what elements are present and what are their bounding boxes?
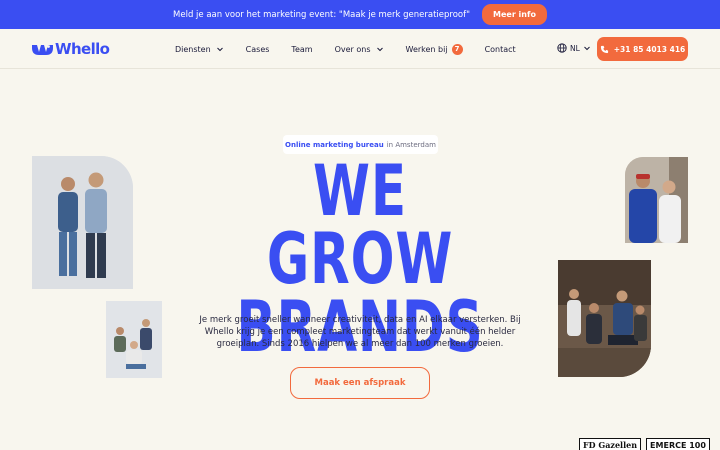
- team-photo-group-street: [558, 260, 651, 377]
- headline-line-1: WE GROW: [266, 150, 454, 300]
- globe-icon: [557, 43, 567, 53]
- menu-label: Werken bij: [405, 44, 448, 54]
- chevron-down-icon: [216, 47, 223, 52]
- emerce-100-logo: EMERCE 100: [646, 438, 710, 450]
- menu-item-cases[interactable]: Cases: [246, 45, 270, 54]
- pill-location: in Amsterdam: [386, 140, 436, 149]
- chevron-down-icon: [583, 46, 590, 51]
- book-appointment-button[interactable]: Maak een afspraak: [290, 367, 430, 399]
- more-info-button[interactable]: Meer info: [482, 4, 547, 25]
- menu-label: Over ons: [334, 44, 371, 54]
- pill-service: Online marketing bureau: [285, 140, 384, 149]
- team-photo-two-men: [32, 156, 133, 289]
- phone-button[interactable]: +31 85 4013 416: [597, 37, 688, 61]
- menu-item-team[interactable]: Team: [291, 45, 312, 54]
- hero-description: Je merk groeit sneller wanneer creativit…: [199, 315, 521, 349]
- menu-item-over-ons[interactable]: Over ons: [335, 45, 384, 54]
- vacancy-count-badge: 7: [451, 43, 463, 55]
- chevron-down-icon: [376, 47, 383, 52]
- menu-label: Team: [291, 44, 313, 54]
- logo-wordmark: Whello: [55, 40, 110, 58]
- announcement-bar: Meld je aan voor het marketing event: "M…: [0, 0, 720, 29]
- whello-logo-icon: [32, 45, 53, 55]
- team-photo-seated-group: [106, 301, 162, 378]
- whello-logo[interactable]: Whello: [32, 40, 110, 58]
- language-selector[interactable]: NL: [557, 43, 591, 53]
- fd-gazellen-logo: FD Gazellen: [579, 438, 642, 450]
- phone-number: +31 85 4013 416: [613, 44, 686, 54]
- menu-item-werken-bij[interactable]: Werken bij 7: [405, 43, 463, 55]
- menu-label: Cases: [245, 44, 270, 54]
- menu-item-diensten[interactable]: Diensten: [175, 45, 224, 54]
- team-photo-couple: [625, 157, 688, 243]
- announcement-text: Meld je aan voor het marketing event: "M…: [173, 9, 470, 20]
- language-code: NL: [570, 43, 580, 53]
- phone-icon: [600, 45, 608, 53]
- primary-menu: Diensten Cases Team Over ons Werken bij …: [175, 29, 538, 69]
- menu-label: Diensten: [175, 44, 211, 54]
- menu-label: Contact: [484, 44, 516, 54]
- main-navigation: Whello Diensten Cases Team Over ons Werk…: [0, 29, 720, 69]
- press-logos: FD Gazellen EMERCE 100: [579, 438, 710, 450]
- menu-item-contact[interactable]: Contact: [485, 45, 516, 54]
